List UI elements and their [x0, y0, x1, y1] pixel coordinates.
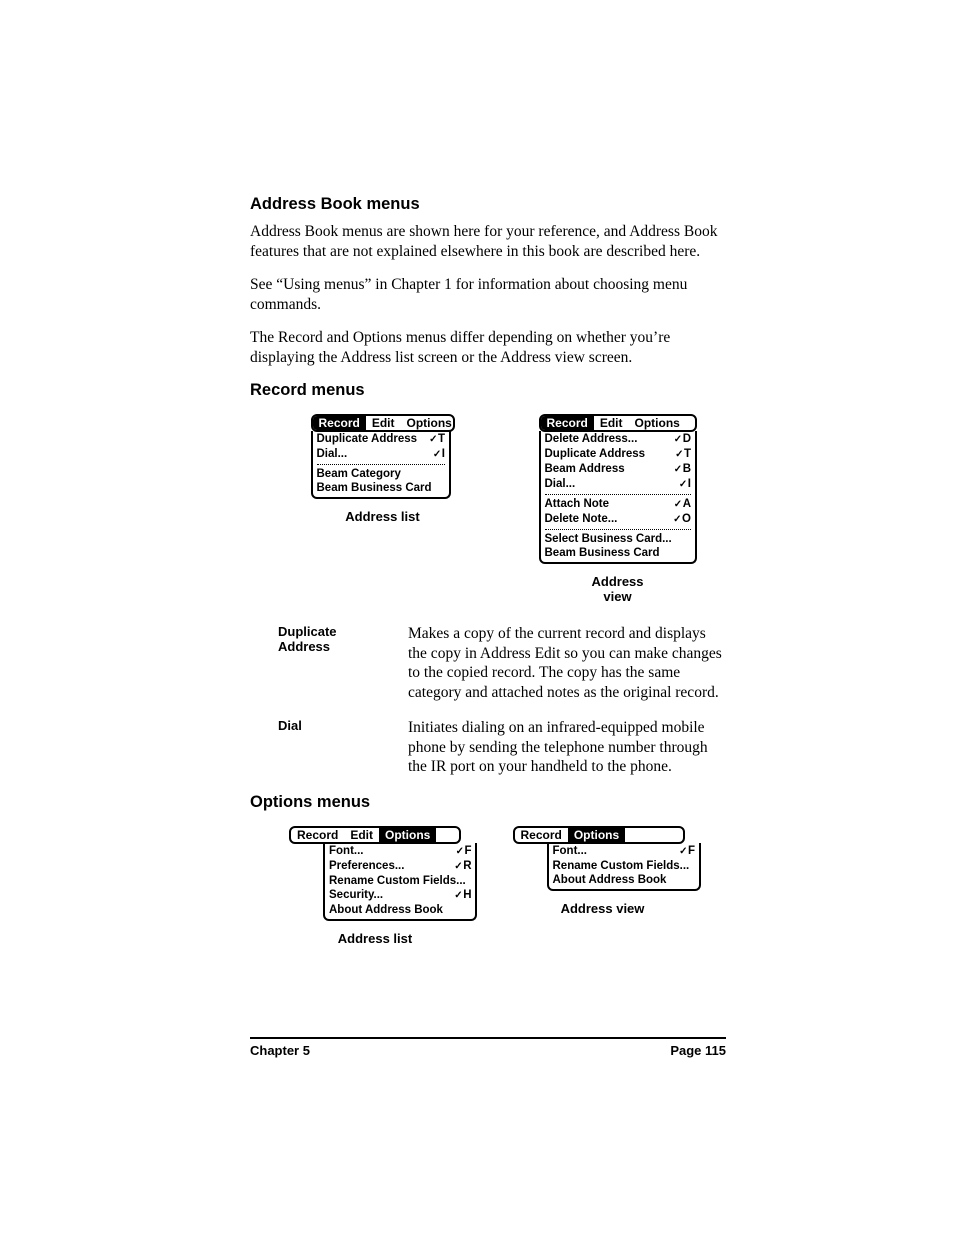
options-menu-address-list: Record Edit Options Font...F Preferences…	[250, 826, 500, 946]
menu-tab-edit: Edit	[366, 416, 401, 430]
definition-description: Makes a copy of the current record and d…	[408, 624, 726, 702]
menu-tab-record: Record	[541, 416, 594, 430]
figure-caption: Address list	[345, 509, 419, 524]
page-content: Address Book menus Address Book menus ar…	[250, 195, 726, 966]
definition-term: Duplicate Address	[250, 624, 408, 702]
menu-tab-options: Options	[629, 416, 686, 430]
paragraph: The Record and Options menus differ depe…	[250, 328, 726, 367]
menu-tab-record: Record	[291, 828, 344, 842]
figure-caption: Address view	[591, 574, 643, 604]
page-footer: Chapter 5 Page 115	[250, 1037, 726, 1058]
menu-tab-edit: Edit	[594, 416, 629, 430]
heading-address-book-menus: Address Book menus	[250, 195, 726, 214]
footer-chapter: Chapter 5	[250, 1043, 310, 1058]
definition-term: Dial	[250, 718, 408, 777]
menu-tab-options: Options	[379, 828, 436, 842]
menu-tab-options: Options	[401, 416, 455, 430]
paragraph: Address Book menus are shown here for yo…	[250, 222, 726, 261]
heading-options-menus: Options menus	[250, 793, 726, 812]
record-menus-figures: Record Edit Options Duplicate AddressT D…	[250, 414, 726, 604]
options-menu-address-view: Record Options Font...F Rename Custom Fi…	[500, 826, 705, 916]
menu-tab-options: Options	[568, 828, 625, 842]
figure-caption: Address list	[338, 931, 412, 946]
paragraph: See “Using menus” in Chapter 1 for infor…	[250, 275, 726, 314]
footer-page-number: Page 115	[670, 1043, 726, 1058]
heading-record-menus: Record menus	[250, 381, 726, 400]
definition-duplicate-address: Duplicate Address Makes a copy of the cu…	[250, 624, 726, 702]
menu-tab-edit: Edit	[344, 828, 379, 842]
figure-caption: Address view	[561, 901, 645, 916]
options-menus-figures: Record Edit Options Font...F Preferences…	[250, 826, 726, 946]
menu-tab-record: Record	[515, 828, 568, 842]
definition-dial: Dial Initiates dialing on an infrared-eq…	[250, 718, 726, 777]
definition-description: Initiates dialing on an infrared-equippe…	[408, 718, 726, 777]
record-menu-address-list: Record Edit Options Duplicate AddressT D…	[250, 414, 515, 524]
record-menu-address-view: Record Edit Options Delete Address...D D…	[515, 414, 720, 604]
menu-tab-record: Record	[313, 416, 366, 430]
